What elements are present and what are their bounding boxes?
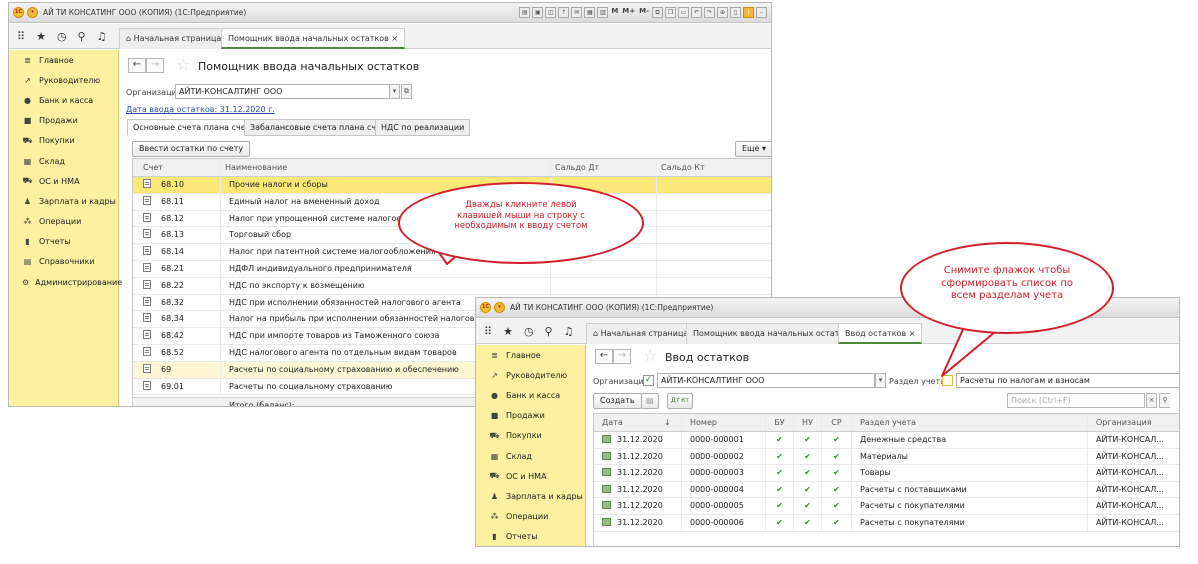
- callout-bubble-1: Дважды кликните левой клавишей мыши на с…: [398, 182, 644, 264]
- callout-bubble-2: Снимите флажок чтобы сформировать список…: [900, 242, 1114, 334]
- callout-text-1: Дважды кликните левой клавишей мыши на с…: [454, 200, 588, 231]
- callout-text-2: Снимите флажок чтобы сформировать список…: [941, 265, 1073, 301]
